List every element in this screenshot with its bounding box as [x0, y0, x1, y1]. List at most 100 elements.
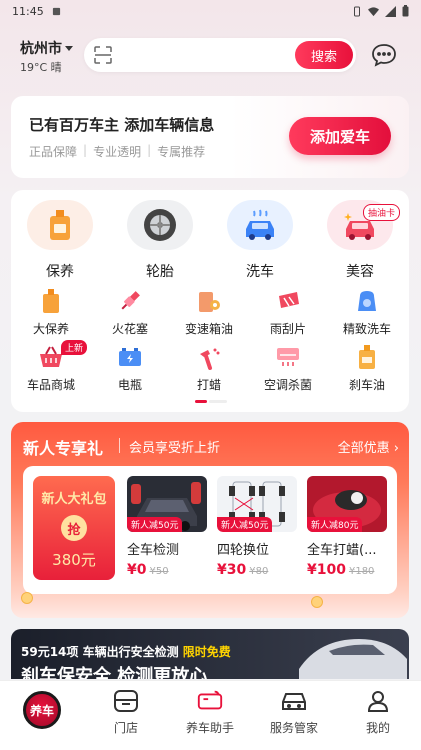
- header: 杭州市 19°C 晴 搜索: [0, 36, 421, 76]
- deal-current-price: ¥100: [307, 562, 346, 578]
- sub-service-label: 电瓶: [117, 378, 142, 392]
- status-bar: 11:45: [0, 0, 421, 22]
- safety-check-banner[interactable]: 59元14项 车辆出行安全检测 限时免费 刹车保安全 检测更放心: [11, 629, 409, 679]
- sub-service-wax[interactable]: 打蜡: [172, 344, 246, 393]
- sub-service-label: 打蜡: [196, 378, 221, 392]
- deal-original-price: ¥50: [149, 566, 169, 577]
- vibrate-icon: [354, 6, 360, 16]
- wifi-icon: [368, 6, 379, 16]
- grab-button[interactable]: 抢: [61, 515, 87, 541]
- bottom-tab-bar: 养车 门店 养车助手 服务管家 我的: [0, 680, 421, 750]
- deal-full-wax[interactable]: 新人减80元 全车打蜡(... ¥100 ¥180: [307, 476, 387, 578]
- deal-badge: 新人减80元: [307, 517, 363, 532]
- wiper-icon: [275, 288, 301, 314]
- deal-image-wax: 新人减80元: [307, 476, 387, 532]
- sub-service-gearbox-oil[interactable]: 变速箱油: [172, 288, 246, 337]
- decor-coin: [21, 592, 33, 604]
- sub-service-mall[interactable]: 车品商城 上新: [14, 340, 88, 393]
- sub-service-label: 车品商城: [26, 378, 75, 392]
- city-label: 杭州市: [20, 41, 62, 57]
- tab-label: 养车助手: [185, 721, 234, 735]
- weather: 19°C 晴: [20, 61, 62, 74]
- profile-icon: [364, 687, 392, 715]
- sub-service-battery[interactable]: 电瓶: [93, 344, 167, 393]
- home-logo-icon: 养车: [23, 691, 61, 729]
- notification-icon: [52, 7, 60, 15]
- banner-car-image: [299, 639, 407, 679]
- add-car-card: 已有百万车主 添加车辆信息 正品保障 | 专业透明 | 专属推荐 添加爱车: [11, 96, 409, 178]
- sub-service-label: 空调杀菌: [263, 378, 312, 392]
- wax-spray-icon: [196, 344, 222, 370]
- feature-divider: |: [83, 143, 88, 157]
- search-button[interactable]: 搜索: [295, 41, 353, 69]
- tab-butler[interactable]: 服务管家: [252, 687, 336, 736]
- city-selector[interactable]: 杭州市: [20, 38, 73, 58]
- all-offers-link[interactable]: 全部优惠 ›: [338, 437, 399, 456]
- service-tire[interactable]: 轮胎: [125, 200, 195, 281]
- battery-status-icon: [402, 5, 409, 17]
- promo-divider: [119, 438, 120, 453]
- service-label: 轮胎: [146, 264, 174, 280]
- feature-divider: |: [147, 143, 152, 157]
- message-icon[interactable]: [371, 43, 397, 67]
- deal-price: ¥100 ¥180: [307, 562, 387, 578]
- promo-title: 新人专享礼: [23, 439, 104, 458]
- store-icon: [112, 687, 140, 715]
- gift-price: 380元: [52, 551, 96, 569]
- service-car-wash[interactable]: 洗车: [225, 200, 295, 281]
- sub-service-label: 火花塞: [111, 322, 148, 336]
- banner-headline: 59元14项 车辆出行安全检测 限时免费: [21, 643, 231, 660]
- sub-service-spark-plug[interactable]: 火花塞: [93, 288, 167, 337]
- deal-current-price: ¥30: [217, 562, 247, 578]
- tab-profile[interactable]: 我的: [336, 687, 420, 736]
- caret-down-icon: [65, 45, 73, 51]
- deal-name: 全车检测: [127, 543, 180, 558]
- deal-name: 四轮换位: [217, 543, 270, 558]
- deal-full-inspection[interactable]: 新人减50元 全车检测 ¥0 ¥50: [127, 476, 207, 578]
- tab-label: 门店: [113, 721, 138, 735]
- sub-service-label: 变速箱油: [184, 322, 233, 336]
- feature-exclusive: 专属推荐: [157, 145, 206, 159]
- tab-label: 我的: [365, 721, 390, 735]
- tab-store[interactable]: 门店: [84, 687, 168, 736]
- sub-service-label: 雨刮片: [269, 322, 306, 336]
- sub-service-fine-wash[interactable]: 精致洗车: [330, 288, 404, 337]
- service-label: 洗车: [246, 264, 274, 280]
- search-input[interactable]: 搜索: [84, 38, 356, 72]
- brake-oil-icon: [354, 344, 380, 370]
- assistant-icon: [196, 687, 224, 715]
- sub-service-wiper[interactable]: 雨刮片: [251, 288, 325, 337]
- air-conditioner-icon: [275, 344, 301, 370]
- tab-assistant[interactable]: 养车助手: [168, 687, 252, 736]
- oil-bottle-icon: [27, 200, 93, 250]
- service-maintenance[interactable]: 保养: [25, 200, 95, 281]
- sub-service-brake-oil[interactable]: 刹车油: [330, 344, 404, 393]
- scan-icon[interactable]: [94, 46, 112, 64]
- sub-service-ac-sterilize[interactable]: 空调杀菌: [251, 344, 325, 393]
- deal-tire-rotation[interactable]: 新人减50元 四轮换位 ¥30 ¥80: [217, 476, 297, 578]
- deal-price: ¥0 ¥50: [127, 562, 207, 578]
- tab-label: 服务管家: [269, 721, 318, 735]
- decor-coin: [311, 596, 323, 608]
- promo-subtitle: 会员享受折上折: [129, 441, 221, 456]
- sub-service-major-maintenance[interactable]: 大保养: [14, 288, 88, 337]
- deal-price: ¥30 ¥80: [217, 562, 297, 578]
- tab-home[interactable]: 养车: [0, 687, 84, 729]
- banner-free-label: 限时免费: [182, 645, 231, 659]
- banner-slogan: 刹车保安全 检测更放心: [21, 666, 208, 679]
- signal-icon: [385, 5, 396, 17]
- feature-transparent: 专业透明: [93, 145, 142, 159]
- gift-pack[interactable]: 新人大礼包 抢 380元: [33, 476, 115, 580]
- page-dot: [209, 400, 227, 403]
- deal-image-inspection: 新人减50元: [127, 476, 207, 532]
- status-time: 11:45: [12, 4, 44, 18]
- services-card: 保养 轮胎 洗车 美容 抽油卡 大保养 火花塞 变速箱油 雨刮片 精致洗车 车品…: [11, 190, 409, 412]
- add-car-button[interactable]: 添加爱车: [289, 117, 391, 155]
- new-badge: 上新: [61, 340, 88, 355]
- tire-icon: [127, 200, 193, 250]
- car-butler-icon: [280, 687, 308, 715]
- deal-badge: 新人减50元: [217, 517, 273, 532]
- deal-original-price: ¥180: [348, 566, 375, 577]
- home-logo-text: 养车: [29, 703, 54, 718]
- sub-service-label: 大保养: [32, 322, 69, 336]
